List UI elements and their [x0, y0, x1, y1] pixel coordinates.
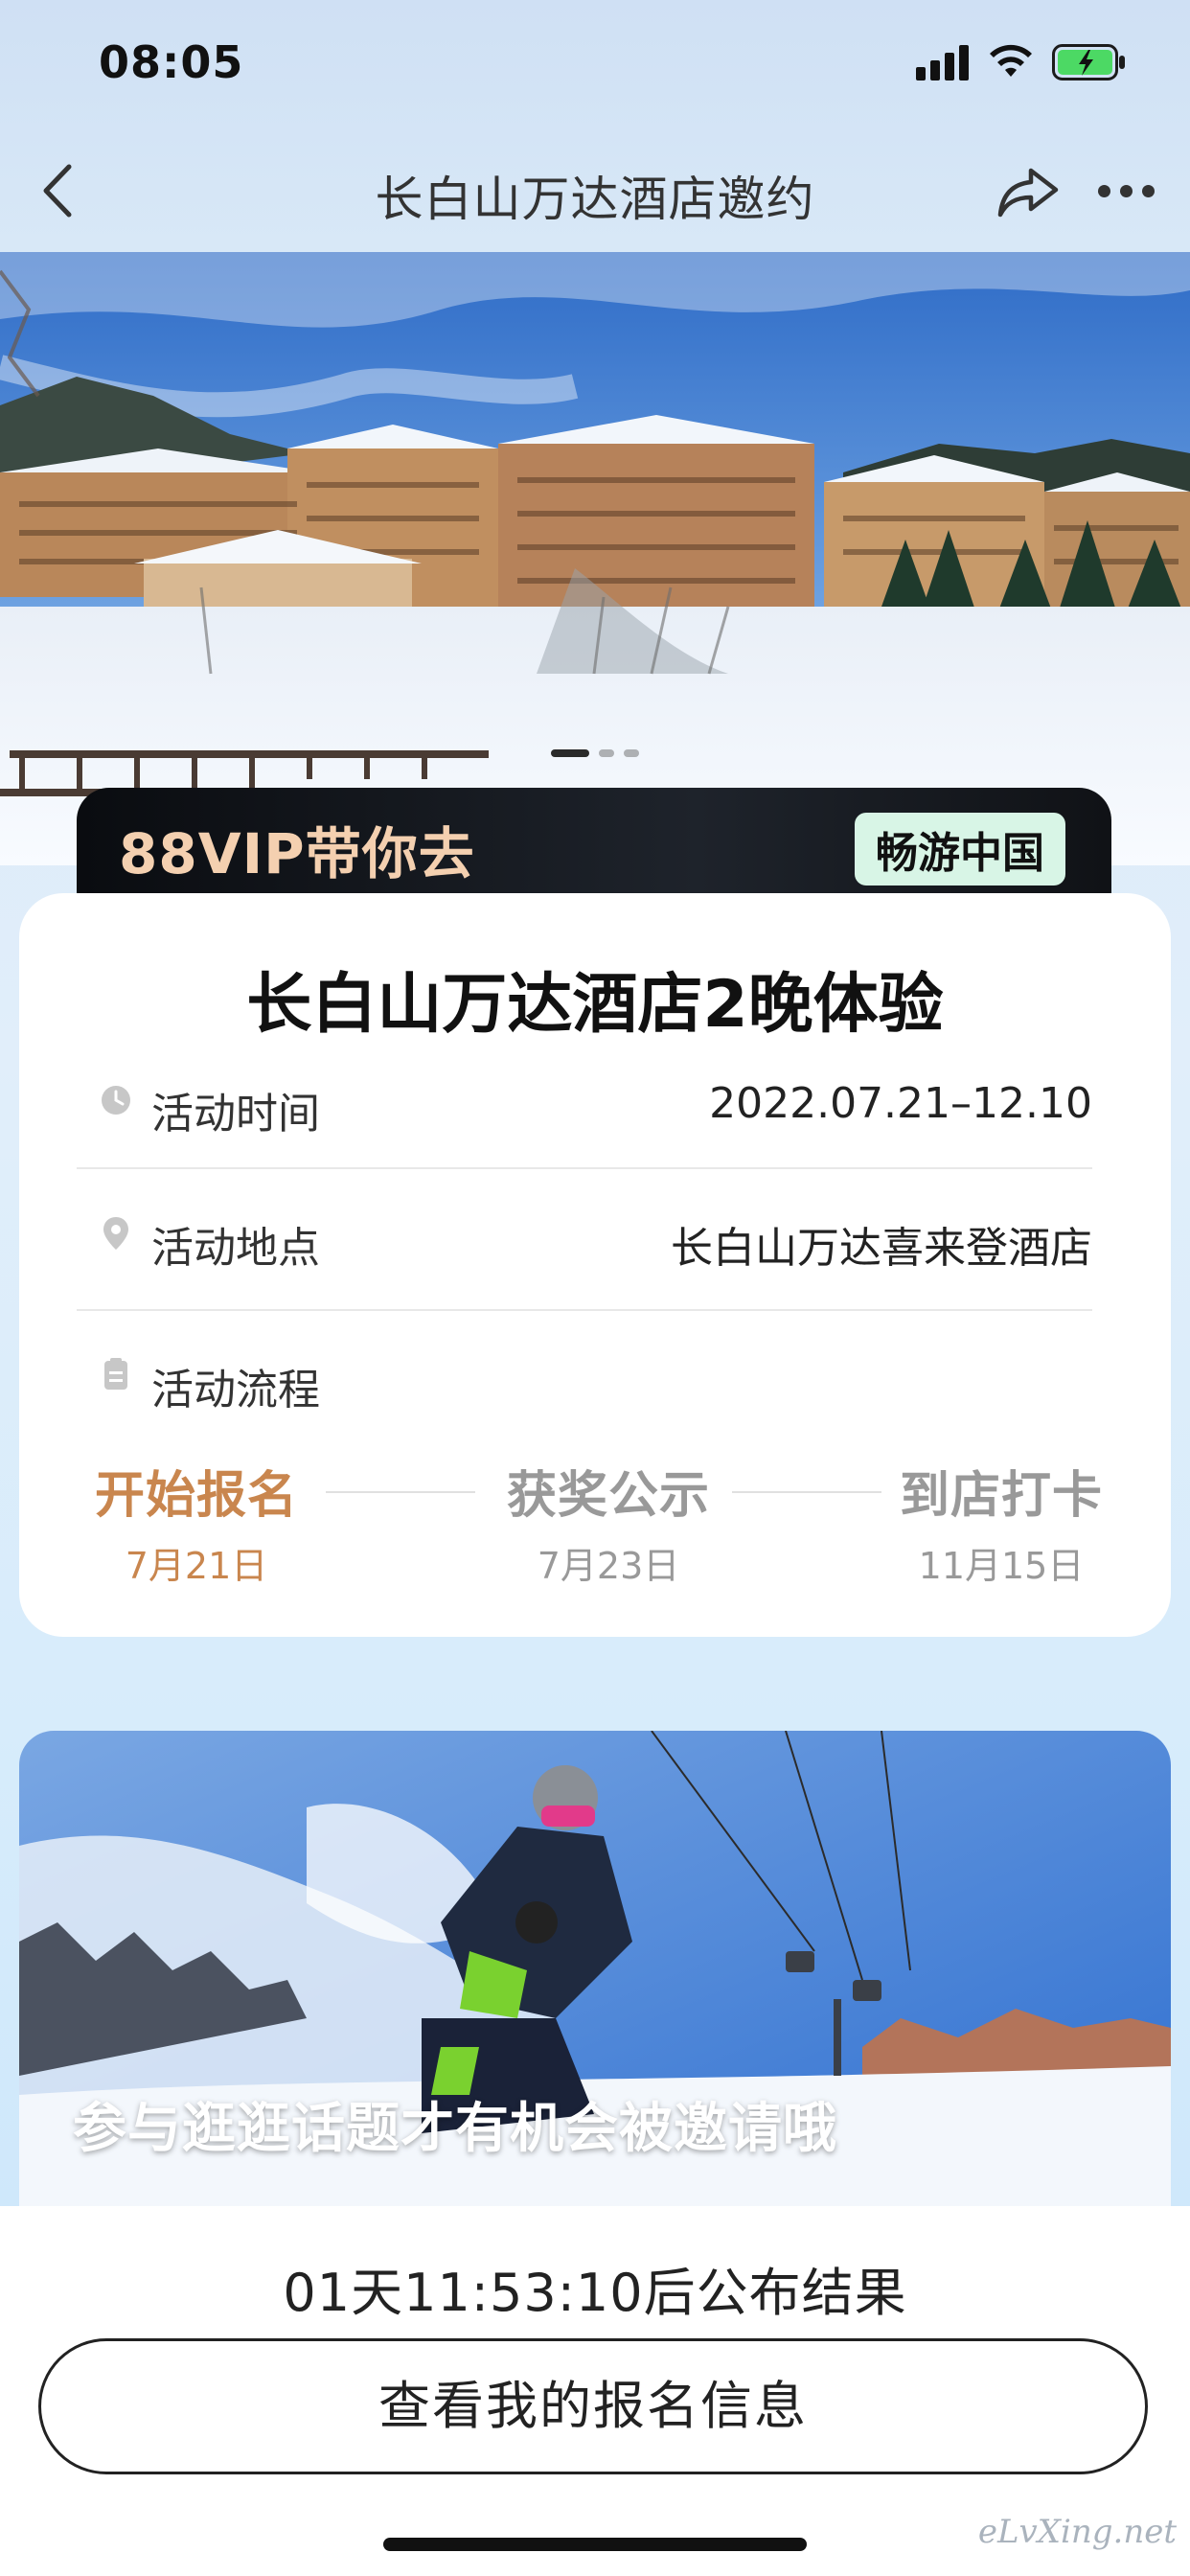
view-registration-button[interactable]: 查看我的报名信息 — [38, 2338, 1148, 2474]
step-connector — [732, 1491, 881, 1493]
carousel-dot[interactable] — [624, 749, 639, 757]
event-title: 长白山万达酒店2晚体验 — [246, 967, 944, 1043]
result-countdown: 01天11:53:10后公布结果 — [283, 2263, 907, 2323]
signal-icon — [916, 44, 972, 80]
step-date: 11月15日 — [918, 1545, 1085, 1587]
event-time-row: 活动时间 2022.07.21–12.10 — [77, 1079, 1092, 1213]
step-announce: 获奖公示 7月23日 — [469, 1455, 747, 1589]
home-indicator[interactable] — [383, 2538, 807, 2551]
status-time: 08:05 — [99, 36, 244, 88]
vip-banner-text: 88VIP带你去 — [119, 821, 475, 886]
clipboard-icon — [104, 1358, 127, 1390]
location-pin-icon — [103, 1217, 128, 1250]
divider — [77, 1309, 1092, 1311]
hotel-photo — [0, 252, 1190, 865]
promo-banner[interactable]: 参与逛逛话题才有机会被邀请哦 — [19, 1731, 1171, 2206]
step-date: 7月21日 — [125, 1545, 268, 1587]
step-checkin: 到店打卡 11月15日 — [862, 1455, 1140, 1589]
battery-charging-icon — [1052, 44, 1125, 80]
event-location-value: 长白山万达喜来登酒店 — [671, 1224, 1092, 1273]
vip-banner-tag: 畅游中国 — [855, 813, 1065, 886]
event-time-label: 活动时间 — [151, 1090, 320, 1138]
event-location-row: 活动地点 长白山万达喜来登酒店 — [77, 1213, 1092, 1347]
share-icon[interactable] — [995, 163, 1062, 220]
divider — [77, 1167, 1092, 1169]
step-date: 7月23日 — [537, 1545, 680, 1587]
step-name: 开始报名 — [94, 1467, 298, 1525]
vip-banner: 88VIP带你去 畅游中国 — [77, 788, 1111, 901]
promo-caption: 参与逛逛话题才有机会被邀请哦 — [73, 2098, 837, 2160]
step-name: 到店打卡 — [899, 1467, 1103, 1525]
clock-icon — [102, 1086, 130, 1115]
step-signup: 开始报名 7月21日 — [57, 1455, 335, 1589]
event-time-value: 2022.07.21–12.10 — [709, 1079, 1092, 1128]
carousel-dot[interactable] — [551, 749, 589, 757]
carousel-dots — [0, 743, 1190, 757]
status-bar: 08:05 — [0, 0, 1190, 134]
event-location-label: 活动地点 — [151, 1224, 320, 1273]
more-dots-icon[interactable] — [1098, 182, 1156, 201]
event-process-label: 活动流程 — [151, 1366, 320, 1414]
hero-carousel[interactable] — [0, 252, 1190, 865]
watermark-text: eLvXing.net — [977, 2513, 1177, 2551]
step-name: 获奖公示 — [506, 1467, 710, 1525]
carousel-dot[interactable] — [599, 749, 614, 757]
wifi-icon — [990, 44, 1032, 77]
nav-bar: 长白山万达酒店邀约 — [0, 134, 1190, 254]
step-connector — [326, 1491, 475, 1493]
